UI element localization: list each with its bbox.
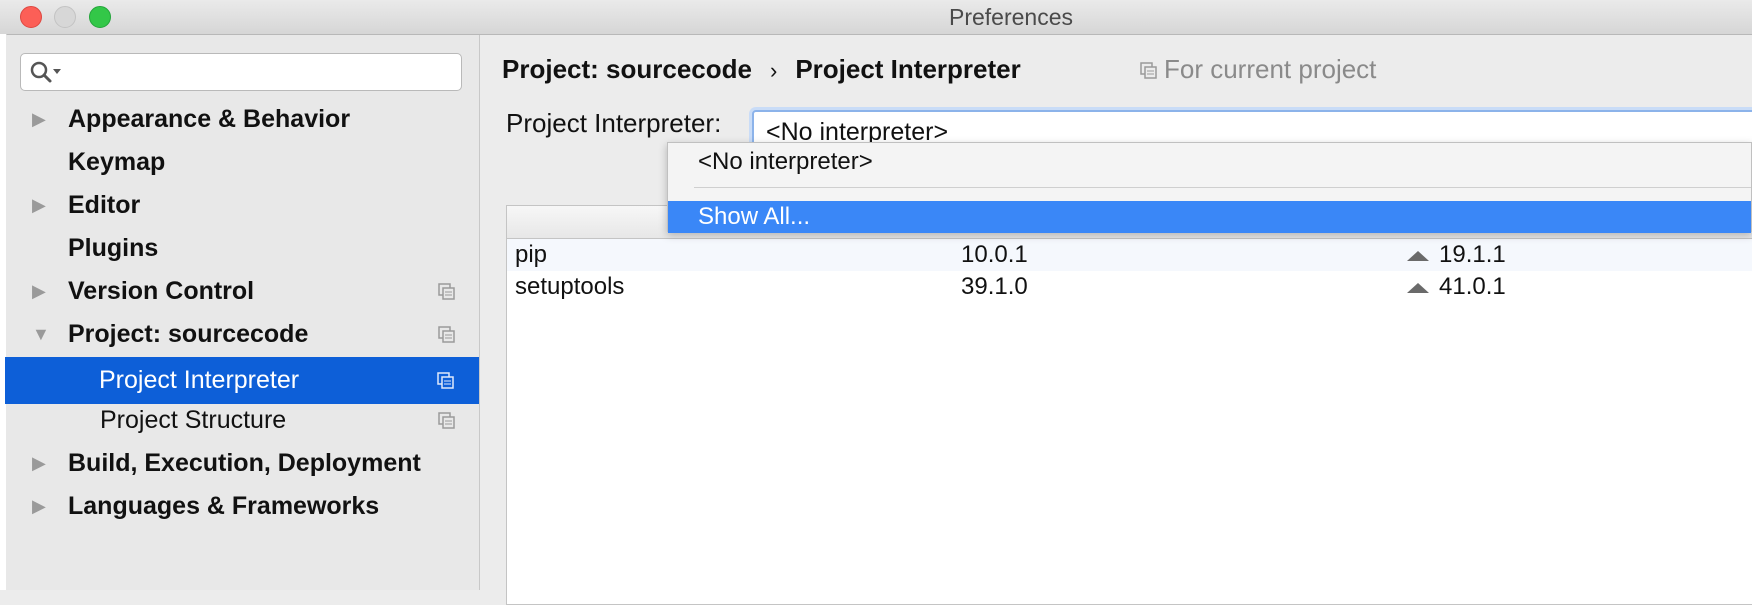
package-name-cell: pip	[515, 241, 548, 268]
sidebar-item-appearance-behavior[interactable]: ▶ Appearance & Behavior	[6, 96, 479, 143]
breadcrumb-parent: Project: sourcecode	[502, 54, 752, 84]
latest-version-cell: 19.1.1	[1407, 239, 1506, 271]
copy-icon	[438, 326, 455, 343]
interpreter-label: Project Interpreter:	[506, 108, 722, 138]
settings-search-input[interactable]	[20, 53, 462, 91]
sidebar-item-label: Keymap	[68, 148, 166, 176]
dropdown-option-show-all[interactable]: Show All...	[668, 201, 1751, 233]
upgrade-arrow-icon	[1407, 250, 1429, 261]
sidebar-item-label: Project: sourcecode	[68, 320, 309, 348]
settings-content-panel: Project: sourcecode › Project Interpreter …	[480, 35, 1752, 605]
table-row[interactable]: setuptools 39.1.0 41.0.1	[507, 271, 1752, 303]
dropdown-separator	[694, 187, 1751, 188]
sidebar-item-label: Languages & Frameworks	[68, 492, 380, 520]
sidebar-item-languages-frameworks[interactable]: ▶ Languages & Frameworks	[6, 483, 479, 530]
sidebar-item-label: Build, Execution, Deployment	[68, 449, 421, 477]
window-title: Preferences	[948, 4, 1073, 30]
sidebar-item-label: Plugins	[68, 234, 159, 262]
upgrade-arrow-icon	[1407, 282, 1429, 293]
sidebar-item-build-execution-deployment[interactable]: ▶ Build, Execution, Deployment	[6, 440, 479, 487]
sidebar-item-plugins[interactable]: Plugins	[6, 225, 479, 272]
packages-table[interactable]: Pac pip 10.0.1 19.1.1 setuptools 39.1.0 …	[506, 205, 1752, 605]
scope-note: For current project	[1140, 49, 1376, 89]
breadcrumb: Project: sourcecode › Project Interpreter	[502, 49, 1021, 89]
sidebar-item-keymap[interactable]: Keymap	[6, 139, 479, 186]
collapse-arrow-icon[interactable]: ▼	[32, 311, 52, 358]
expand-arrow-icon[interactable]: ▶	[32, 483, 52, 530]
version-cell: 39.1.0	[961, 273, 1028, 300]
package-name-cell: setuptools	[515, 273, 625, 300]
sidebar-item-project-structure[interactable]: Project Structure	[6, 397, 479, 444]
sidebar-item-editor[interactable]: ▶ Editor	[6, 182, 479, 229]
title-bar: Preferences	[0, 0, 1752, 35]
version-cell: 10.0.1	[961, 241, 1028, 268]
table-row[interactable]: pip 10.0.1 19.1.1	[507, 239, 1752, 271]
copy-icon	[1140, 62, 1157, 79]
expand-arrow-icon[interactable]: ▶	[32, 96, 52, 143]
copy-icon	[438, 283, 455, 300]
sidebar-item-label: Project Structure	[100, 406, 287, 434]
expand-arrow-icon[interactable]: ▶	[32, 182, 52, 229]
expand-arrow-icon[interactable]: ▶	[32, 268, 52, 315]
latest-version-text: 41.0.1	[1439, 273, 1506, 300]
sidebar-item-project-sourcecode[interactable]: ▼ Project: sourcecode	[6, 311, 479, 358]
sidebar-item-label: Appearance & Behavior	[68, 105, 351, 133]
sidebar-item-label: Version Control	[68, 277, 255, 305]
latest-version-cell: 41.0.1	[1407, 271, 1506, 303]
sidebar-item-label: Editor	[68, 191, 141, 219]
copy-icon	[438, 412, 455, 429]
dropdown-option-no-interpreter[interactable]: <No interpreter>	[668, 146, 1751, 178]
expand-arrow-icon[interactable]: ▶	[32, 440, 52, 487]
interpreter-dropdown-menu: <No interpreter> Show All...	[667, 142, 1752, 233]
search-icon	[30, 61, 61, 83]
scope-note-text: For current project	[1164, 54, 1377, 84]
settings-sidebar: ▶ Appearance & Behavior Keymap ▶ Editor …	[5, 35, 480, 590]
latest-version-text: 19.1.1	[1439, 241, 1506, 268]
breadcrumb-current: Project Interpreter	[795, 54, 1021, 84]
copy-icon	[437, 372, 454, 389]
sidebar-item-version-control[interactable]: ▶ Version Control	[6, 268, 479, 315]
breadcrumb-separator: ›	[769, 58, 778, 83]
